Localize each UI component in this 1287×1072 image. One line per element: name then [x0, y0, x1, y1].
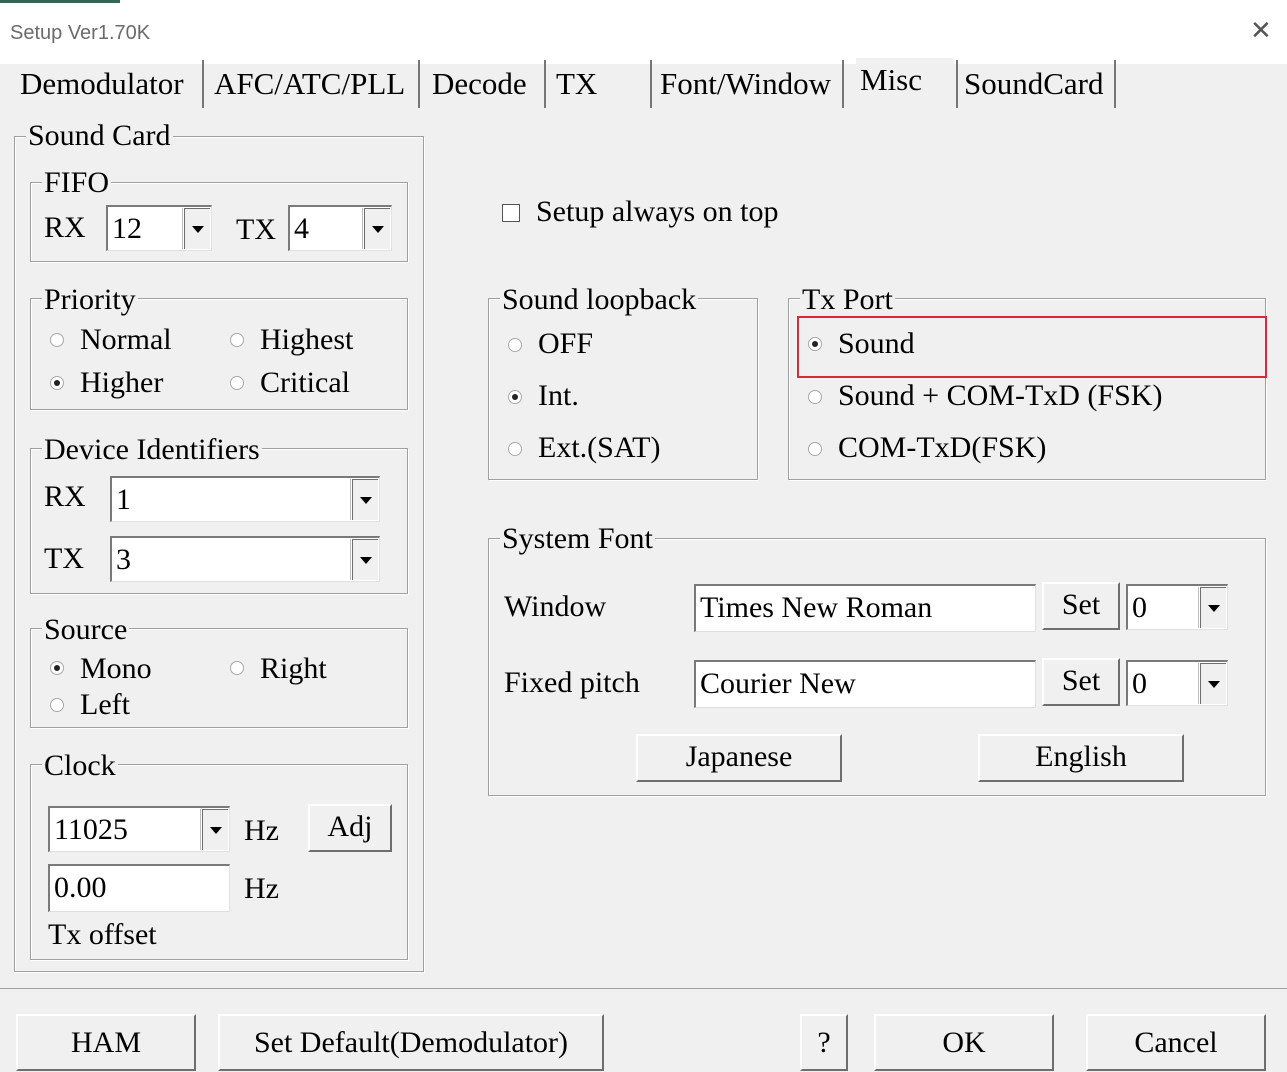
fifo-title: FIFO	[42, 166, 112, 199]
set-default-button[interactable]: Set Default(Demodulator)	[218, 1014, 604, 1071]
window-font-field[interactable]: Times New Roman	[694, 584, 1036, 632]
chevron-down-icon[interactable]	[351, 539, 378, 580]
always-on-top-checkbox[interactable]	[502, 204, 520, 222]
device-rx-label: RX	[44, 480, 86, 513]
sound-card-title: Sound Card	[26, 119, 173, 152]
tx-offset-field[interactable]: 0.00	[48, 864, 230, 912]
window-font-size-dropdown[interactable]: 0	[1126, 584, 1228, 630]
fifo-rx-value: 12	[112, 212, 142, 245]
device-tx-dropdown[interactable]: 3	[110, 536, 380, 582]
ok-button[interactable]: OK	[874, 1014, 1054, 1071]
source-left-radio[interactable]	[50, 698, 64, 712]
window-font-label: Window	[504, 590, 607, 623]
english-button[interactable]: English	[978, 734, 1184, 782]
tx-offset-label: Tx offset	[48, 918, 157, 951]
tx-offset-value: 0.00	[54, 871, 107, 904]
chevron-down-icon[interactable]	[183, 208, 210, 249]
clock-title: Clock	[42, 749, 118, 782]
fifo-tx-label: TX	[236, 213, 276, 246]
tab-tx[interactable]: TX	[552, 60, 652, 108]
window-font-value: Times New Roman	[700, 591, 933, 624]
fixed-pitch-font-field[interactable]: Courier New	[694, 660, 1036, 708]
source-mono-label: Mono	[80, 652, 152, 685]
device-identifiers-title: Device Identifiers	[42, 433, 262, 466]
tab-soundcard[interactable]: SoundCard	[960, 60, 1116, 108]
tab-demodulator[interactable]: Demodulator	[16, 60, 204, 108]
fixed-pitch-set-button[interactable]: Set	[1042, 658, 1120, 706]
device-rx-dropdown[interactable]: 1	[110, 476, 380, 522]
close-icon[interactable]: ✕	[1250, 16, 1272, 46]
device-tx-value: 3	[116, 543, 131, 576]
device-tx-label: TX	[44, 542, 84, 575]
tx-port-com-label: COM-TxD(FSK)	[838, 431, 1047, 464]
window-font-set-button[interactable]: Set	[1042, 582, 1120, 630]
priority-title: Priority	[42, 283, 138, 316]
system-font-title: System Font	[500, 522, 655, 555]
tx-port-com-radio[interactable]	[808, 442, 822, 456]
clock-dropdown[interactable]: 11025	[48, 806, 230, 852]
japanese-button[interactable]: Japanese	[636, 734, 842, 782]
source-title: Source	[42, 613, 130, 646]
help-button[interactable]: ?	[800, 1014, 848, 1071]
fifo-rx-label: RX	[44, 211, 86, 244]
fixed-pitch-font-value: Courier New	[700, 667, 856, 700]
loopback-off-label: OFF	[538, 327, 594, 360]
fixed-pitch-size-value: 0	[1132, 667, 1147, 700]
priority-highest-label: Highest	[260, 323, 354, 356]
window-title: Setup Ver1.70K	[10, 22, 151, 44]
fixed-pitch-size-dropdown[interactable]: 0	[1126, 660, 1228, 706]
clock-hz-label: Hz	[244, 814, 279, 847]
tx-port-sound-com-label: Sound + COM-TxD (FSK)	[838, 379, 1163, 412]
loopback-off-radio[interactable]	[508, 338, 522, 352]
priority-higher-label: Higher	[80, 366, 164, 399]
priority-critical-label: Critical	[260, 366, 350, 399]
source-mono-radio[interactable]	[50, 661, 64, 675]
adj-button[interactable]: Adj	[308, 804, 392, 852]
priority-critical-radio[interactable]	[230, 376, 244, 390]
fifo-rx-dropdown[interactable]: 12	[106, 205, 212, 251]
device-rx-value: 1	[116, 483, 131, 516]
highlight-box	[797, 316, 1267, 378]
cancel-button[interactable]: Cancel	[1086, 1014, 1266, 1071]
source-right-radio[interactable]	[230, 661, 244, 675]
tx-offset-hz-label: Hz	[244, 872, 279, 905]
window-font-size-value: 0	[1132, 591, 1147, 624]
chevron-down-icon[interactable]	[1199, 587, 1226, 628]
chevron-down-icon[interactable]	[1199, 663, 1226, 704]
ham-button[interactable]: HAM	[16, 1014, 196, 1071]
loopback-int-label: Int.	[538, 379, 579, 412]
chevron-down-icon[interactable]	[363, 208, 390, 249]
loopback-ext-label: Ext.(SAT)	[538, 431, 661, 464]
source-left-label: Left	[80, 688, 130, 721]
sound-loopback-title: Sound loopback	[500, 283, 699, 316]
tab-font-window[interactable]: Font/Window	[656, 60, 844, 108]
always-on-top-label: Setup always on top	[536, 195, 779, 228]
priority-highest-radio[interactable]	[230, 333, 244, 347]
priority-higher-radio[interactable]	[50, 376, 64, 390]
tab-misc[interactable]: Misc	[856, 58, 954, 106]
priority-normal-label: Normal	[80, 323, 172, 356]
chevron-down-icon[interactable]	[351, 479, 378, 520]
fifo-tx-value: 4	[294, 212, 309, 245]
tx-port-sound-com-radio[interactable]	[808, 390, 822, 404]
fifo-tx-dropdown[interactable]: 4	[288, 205, 392, 251]
tx-port-title: Tx Port	[800, 283, 895, 316]
fixed-pitch-label: Fixed pitch	[504, 666, 640, 699]
tab-divider	[956, 60, 958, 108]
tab-decode[interactable]: Decode	[428, 60, 546, 108]
priority-normal-radio[interactable]	[50, 333, 64, 347]
loopback-ext-radio[interactable]	[508, 442, 522, 456]
clock-value: 11025	[54, 813, 128, 846]
accent-line	[0, 0, 120, 3]
chevron-down-icon[interactable]	[201, 809, 228, 850]
title-bar	[0, 0, 1287, 64]
loopback-int-radio[interactable]	[508, 390, 522, 404]
tab-afc-atc-pll[interactable]: AFC/ATC/PLL	[210, 60, 420, 108]
source-right-label: Right	[260, 652, 327, 685]
